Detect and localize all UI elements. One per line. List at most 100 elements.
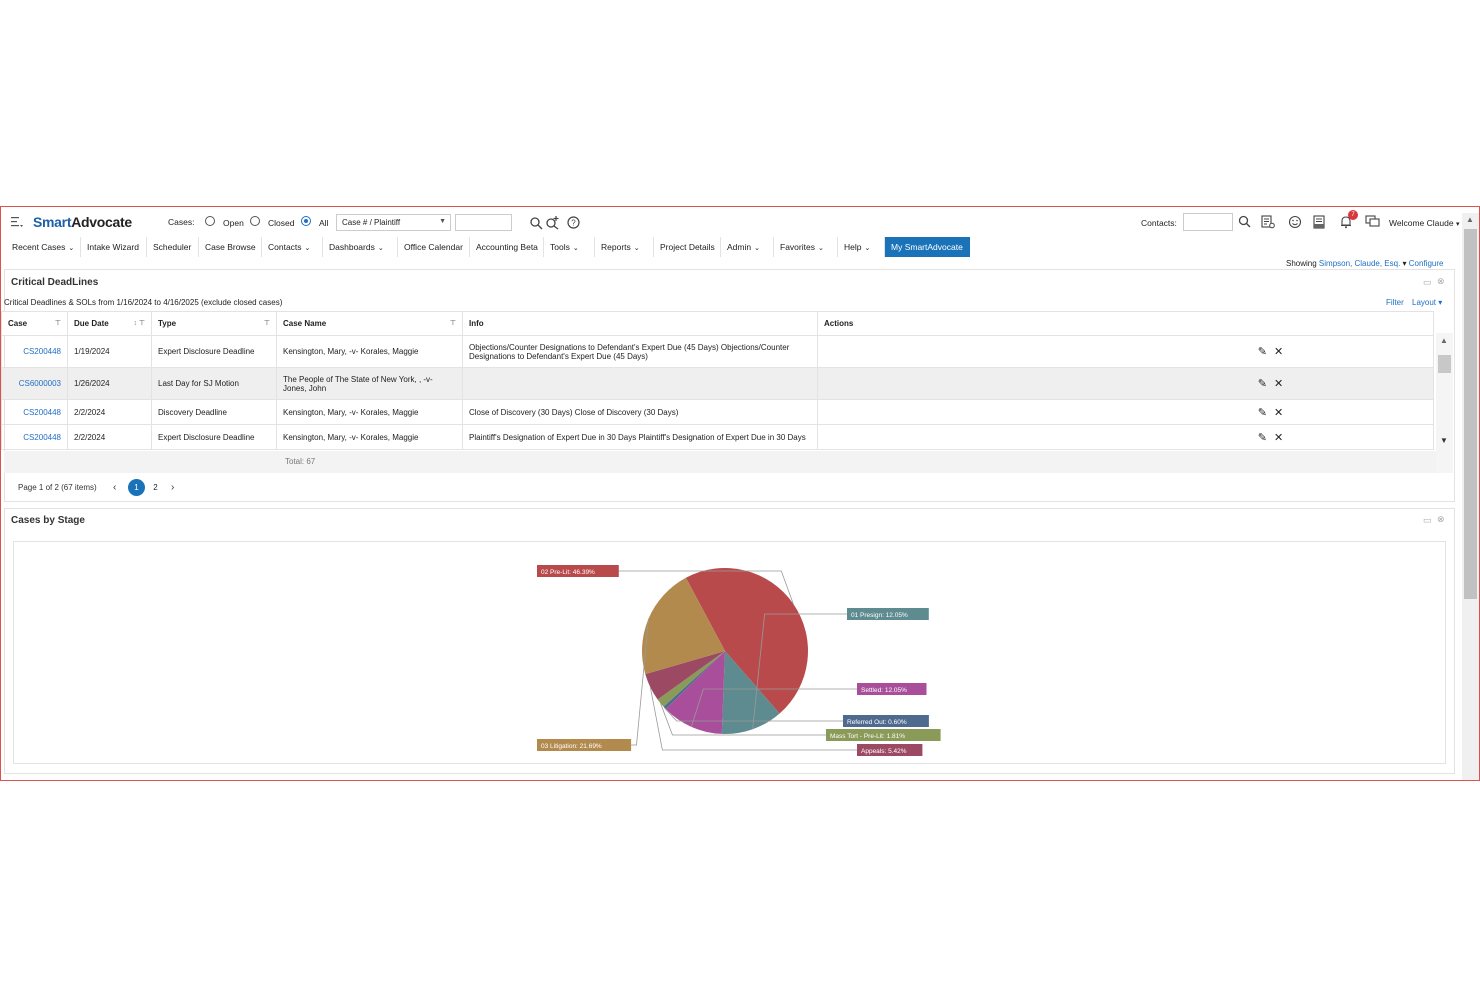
filter-link[interactable]: Filter: [1386, 298, 1404, 307]
edit-icon[interactable]: ✎: [1258, 345, 1267, 358]
table-row[interactable]: CS200448 2/2/2024 Discovery Deadline Ken…: [1, 399, 1434, 425]
table-row[interactable]: CS200448 2/2/2024 Expert Disclosure Dead…: [1, 424, 1434, 450]
actions-cell: ✎ ✕: [817, 424, 1434, 450]
col-type[interactable]: Type ⊤: [151, 311, 277, 336]
table-scrollbar[interactable]: ▲ ▼: [1436, 333, 1453, 473]
help-icon[interactable]: ?: [567, 216, 580, 229]
scroll-down-icon[interactable]: ▼: [1440, 436, 1448, 445]
filter-icon[interactable]: ⊤: [264, 319, 270, 327]
minimize-icon[interactable]: ▭: [1423, 515, 1432, 526]
caret-down-icon: ▾: [1402, 259, 1407, 268]
documents-icon[interactable]: [1261, 215, 1275, 229]
table-row[interactable]: CS6000003 1/26/2024 Last Day for SJ Moti…: [1, 367, 1434, 400]
pie-data-label: 02 Pre-Lit: 46.39%: [541, 569, 595, 576]
delete-icon[interactable]: ✕: [1274, 431, 1283, 444]
case-link[interactable]: CS200448: [23, 433, 61, 442]
close-icon[interactable]: ⊗: [1437, 276, 1445, 287]
radio-all[interactable]: [301, 216, 311, 226]
contacts-search-icon[interactable]: [1238, 215, 1251, 228]
chevron-down-icon: ⌄: [304, 245, 311, 252]
search-type-select[interactable]: Case # / Plaintiff ▼: [336, 214, 451, 231]
case-name-cell: Kensington, Mary, -v- Korales, Maggie: [276, 399, 463, 425]
nav-contacts[interactable]: Contacts ⌄: [262, 237, 323, 257]
case-link[interactable]: CS200448: [23, 347, 61, 356]
nav-reports[interactable]: Reports ⌄: [595, 237, 654, 257]
table-row[interactable]: CS200448 1/19/2024 Expert Disclosure Dea…: [1, 335, 1434, 368]
showing-label: Showing: [1286, 259, 1317, 268]
inbox-icon[interactable]: [1312, 215, 1326, 229]
nav-project-details[interactable]: Project Details: [654, 237, 721, 257]
delete-icon[interactable]: ✕: [1274, 345, 1283, 358]
case-search-input[interactable]: [455, 214, 512, 231]
radio-closed[interactable]: [250, 216, 260, 226]
page-scroll-thumb[interactable]: [1464, 229, 1477, 599]
pie-data-label: 01 Presign: 12.05%: [851, 612, 908, 619]
contacts-search-input[interactable]: [1183, 213, 1233, 231]
nav-label: Accounting Beta: [476, 242, 538, 252]
edit-icon[interactable]: ✎: [1258, 431, 1267, 444]
messages-icon[interactable]: [1365, 215, 1380, 228]
pie-data-label: Referred Out: 0.60%: [847, 719, 907, 726]
caret-down-icon: ▾: [1455, 221, 1460, 228]
next-page-icon[interactable]: ›: [171, 482, 174, 493]
scroll-up-icon[interactable]: ▲: [1466, 215, 1474, 224]
edit-icon[interactable]: ✎: [1258, 406, 1267, 419]
info-cell: [462, 367, 818, 400]
nav-label: Dashboards: [329, 242, 375, 252]
nav-admin[interactable]: Admin ⌄: [721, 237, 774, 257]
nav-scheduler[interactable]: Scheduler: [147, 237, 199, 257]
page-scrollbar[interactable]: ▲: [1462, 213, 1479, 780]
chevron-down-icon: ▼: [439, 218, 446, 225]
search-icon[interactable]: [529, 216, 543, 230]
page-1-button[interactable]: 1: [128, 479, 145, 496]
sort-filter-icon[interactable]: ↕ ⊤: [133, 319, 145, 327]
case-name-cell: Kensington, Mary, -v- Korales, Maggie: [276, 335, 463, 368]
actions-cell: ✎ ✕: [817, 367, 1434, 400]
close-icon[interactable]: ⊗: [1437, 514, 1445, 525]
nav-favorites[interactable]: Favorites ⌄: [774, 237, 838, 257]
radio-open[interactable]: [205, 216, 215, 226]
filter-icon[interactable]: ⊤: [55, 319, 61, 327]
showing-line: Showing Simpson, Claude, Esq. ▾ Configur…: [1286, 259, 1443, 268]
filter-icon[interactable]: ⊤: [450, 319, 456, 327]
advanced-search-icon[interactable]: [545, 215, 560, 230]
nav-help[interactable]: Help ⌄: [838, 237, 885, 257]
radio-closed-label: Closed: [268, 218, 295, 228]
menu-icon[interactable]: [11, 216, 23, 228]
due-date-cell: 1/19/2024: [67, 335, 152, 368]
minimize-icon[interactable]: ▭: [1423, 277, 1432, 288]
welcome-user-menu[interactable]: Welcome Claude ▾: [1389, 218, 1459, 228]
app-window: SmartAdvocate Cases: Open Closed All Cas…: [0, 206, 1480, 781]
scroll-up-icon[interactable]: ▲: [1440, 336, 1448, 345]
nav-case-browse[interactable]: Case Browse: [199, 237, 262, 257]
scroll-thumb[interactable]: [1438, 355, 1451, 373]
col-case[interactable]: Case ⊤: [1, 311, 68, 336]
delete-icon[interactable]: ✕: [1274, 377, 1283, 390]
nav-accounting-beta[interactable]: Accounting Beta: [470, 237, 544, 257]
chevron-down-icon: ⌄: [68, 245, 75, 252]
app-logo[interactable]: SmartAdvocate: [33, 214, 132, 230]
case-link[interactable]: CS200448: [23, 408, 61, 417]
prev-page-icon[interactable]: ‹: [113, 482, 116, 493]
col-label: Type: [158, 319, 177, 328]
nav-recent-cases[interactable]: Recent Cases ⌄: [6, 237, 81, 257]
contacts-label: Contacts:: [1141, 218, 1177, 228]
nav-tools[interactable]: Tools ⌄: [544, 237, 595, 257]
nav-intake-wizard[interactable]: Intake Wizard: [81, 237, 147, 257]
nav-office-calendar[interactable]: Office Calendar: [398, 237, 470, 257]
showing-user-link[interactable]: Simpson, Claude, Esq.: [1319, 259, 1400, 268]
smiley-icon[interactable]: [1288, 215, 1302, 229]
type-cell: Expert Disclosure Deadline: [151, 424, 277, 450]
edit-icon[interactable]: ✎: [1258, 377, 1267, 390]
nav-dashboards[interactable]: Dashboards ⌄: [323, 237, 398, 257]
case-link[interactable]: CS6000003: [19, 379, 61, 388]
configure-link[interactable]: Configure: [1409, 259, 1444, 268]
page-2-button[interactable]: 2: [147, 479, 164, 496]
delete-icon[interactable]: ✕: [1274, 406, 1283, 419]
layout-link[interactable]: Layout ▾: [1412, 298, 1442, 307]
nav-my-smartadvocate[interactable]: My SmartAdvocate: [885, 237, 970, 257]
total-bar: [4, 451, 1436, 473]
col-due-date[interactable]: Due Date ↕ ⊤: [67, 311, 152, 336]
col-info[interactable]: Info: [462, 311, 818, 336]
col-case-name[interactable]: Case Name ⊤: [276, 311, 463, 336]
